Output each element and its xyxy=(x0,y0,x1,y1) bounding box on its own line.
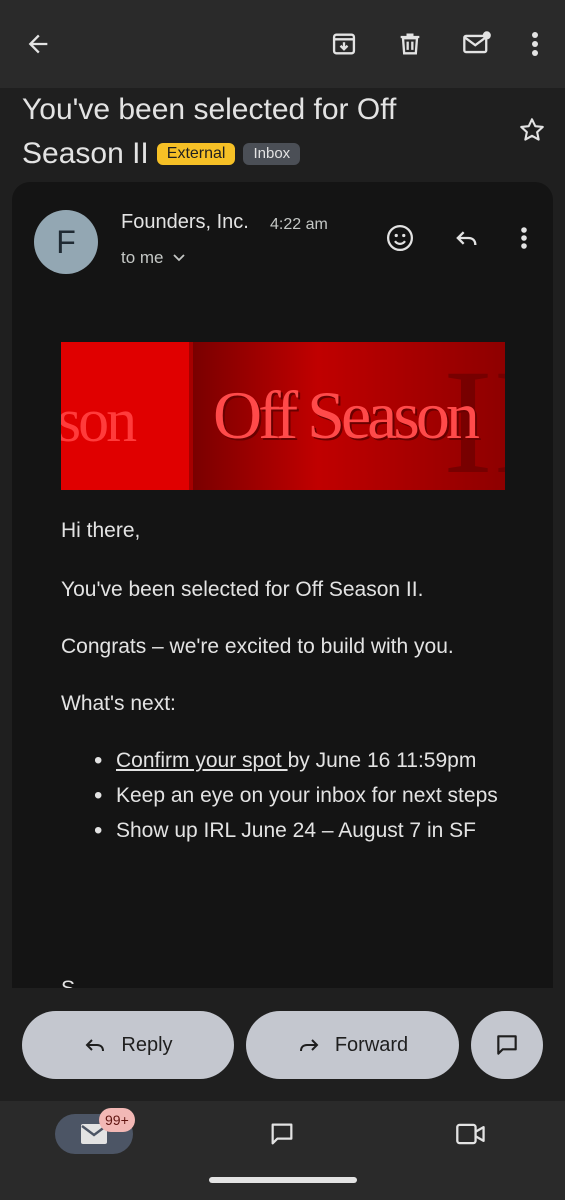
reply-in-chat-button[interactable] xyxy=(471,1011,543,1079)
back-arrow-icon[interactable] xyxy=(18,24,58,64)
gesture-home-bar[interactable] xyxy=(209,1177,357,1183)
sender-name: Founders, Inc. xyxy=(121,211,249,233)
off-season-banner-image: son II Off Season xyxy=(61,342,505,490)
chevron-down-icon xyxy=(172,254,185,262)
delete-icon[interactable] xyxy=(390,24,430,64)
video-camera-icon xyxy=(456,1123,485,1145)
banner-title: Off Season xyxy=(213,377,480,453)
reply-button[interactable]: Reply xyxy=(22,1011,234,1079)
list-item-text: Keep an eye on your inbox for next steps xyxy=(116,784,498,807)
nav-chat-tab[interactable] xyxy=(264,1116,300,1152)
reply-icon[interactable] xyxy=(448,220,484,256)
list-item-text: Show up IRL June 24 – August 7 in SF xyxy=(116,819,476,842)
email-subject: You've been selected for Off Season II E… xyxy=(22,88,492,176)
body-paragraph-1: You've been selected for Off Season II. xyxy=(61,578,424,601)
add-reaction-icon[interactable] xyxy=(382,220,418,256)
forward-button[interactable]: Forward xyxy=(246,1011,459,1079)
confirm-spot-link[interactable]: Confirm your spot xyxy=(116,749,288,772)
archive-icon[interactable] xyxy=(324,24,364,64)
avatar[interactable]: F xyxy=(34,210,98,274)
more-vert-icon[interactable] xyxy=(518,24,552,64)
subject-line-2: Season II xyxy=(22,137,149,170)
mail-count-badge: 99+ xyxy=(99,1108,135,1132)
chat-bubble-icon xyxy=(497,1035,517,1055)
recipient-details-toggle[interactable]: to me xyxy=(121,248,186,268)
list-item: Show up IRL June 24 – August 7 in SF xyxy=(90,813,510,848)
chat-icon xyxy=(271,1123,293,1145)
email-message-card: F Founders, Inc. 4:22 am to me son II Of… xyxy=(12,182,553,988)
subject-line-1: You've been selected for Off xyxy=(22,93,397,126)
forward-button-label: Forward xyxy=(334,1033,409,1056)
list-item: Confirm your spot by June 16 11:59pm xyxy=(90,743,510,778)
external-label-badge: External xyxy=(156,143,236,165)
inbox-label-badge[interactable]: Inbox xyxy=(243,143,301,165)
next-steps-list: Confirm your spot by June 16 11:59pm Kee… xyxy=(90,743,510,848)
nav-meet-tab[interactable] xyxy=(452,1116,490,1152)
star-outline-icon[interactable] xyxy=(514,112,550,148)
reply-button-label: Reply xyxy=(121,1033,173,1056)
body-paragraph-3: What's next: xyxy=(61,692,176,715)
list-item: Keep an eye on your inbox for next steps xyxy=(90,778,510,813)
message-time: 4:22 am xyxy=(270,216,328,233)
subject-line-2-row: Season II External Inbox xyxy=(22,132,492,176)
mark-unread-icon[interactable] xyxy=(456,24,498,64)
top-app-bar xyxy=(0,0,565,88)
reply-arrow-icon xyxy=(86,1039,105,1052)
message-more-vert-icon[interactable] xyxy=(510,220,538,256)
banner-left-text: son xyxy=(61,387,137,455)
cutoff-text: S xyxy=(61,977,75,988)
greeting: Hi there, xyxy=(61,519,141,542)
list-item-text: by June 16 11:59pm xyxy=(287,749,477,772)
forward-arrow-icon xyxy=(299,1039,319,1052)
recipient-label: to me xyxy=(121,248,164,267)
body-paragraph-2: Congrats – we're excited to build with y… xyxy=(61,635,454,658)
